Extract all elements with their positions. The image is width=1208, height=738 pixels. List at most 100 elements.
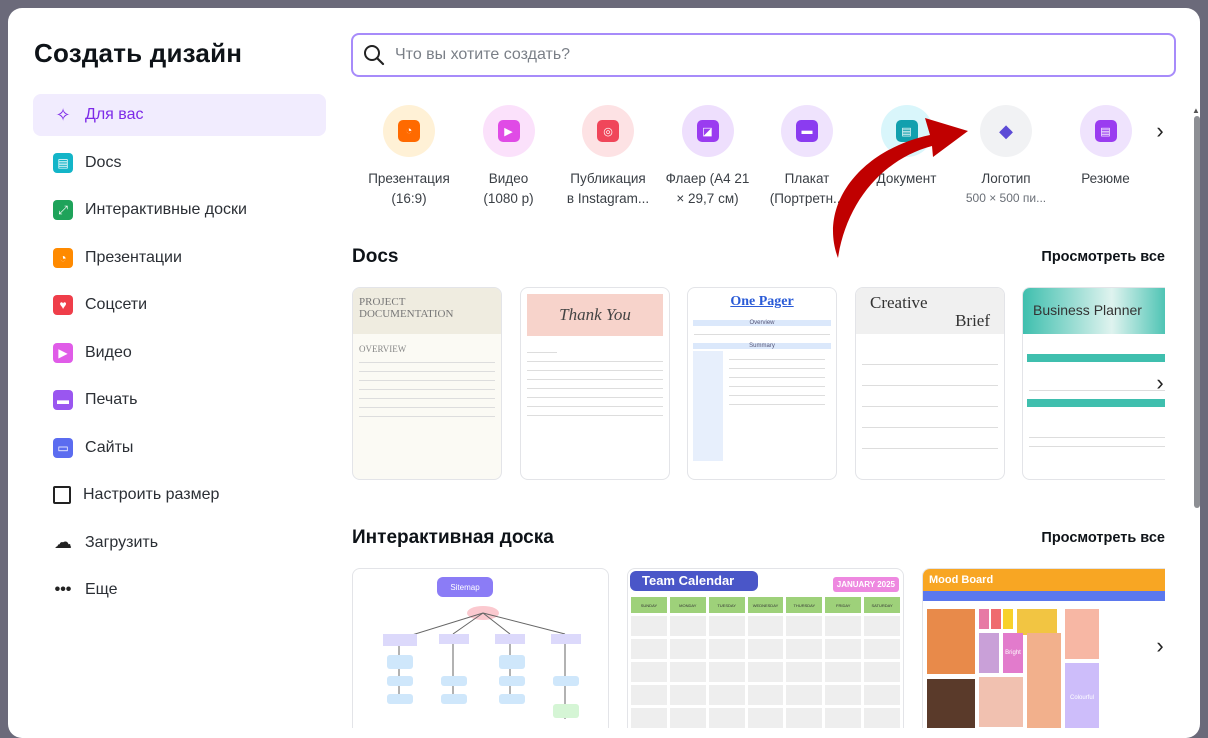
whiteboard-template-mood-board[interactable]: Mood Board Bright Colourful <box>922 568 1165 728</box>
category-label: Публикация <box>570 171 646 186</box>
whiteboard-template-team-calendar[interactable]: Team Calendar JANUARY 2025 SUNDAY MONDAY T… <box>627 568 904 728</box>
sidebar-item-for-you[interactable]: ✧ Для вас <box>33 94 326 136</box>
sparkle-icon: ✧ <box>55 104 71 125</box>
sidebar-item-social[interactable]: ♥ Соцсети <box>33 284 326 326</box>
category-item[interactable]: ◔ Презентация (16:9) <box>359 105 459 206</box>
template-title: One Pager <box>730 294 794 309</box>
whiteboard-see-all-link[interactable]: Просмотреть все <box>1041 530 1165 546</box>
calendar-cell <box>786 708 823 728</box>
sidebar-item-label: Для вас <box>85 106 144 123</box>
calendar-cell <box>786 662 823 682</box>
whiteboard-icon: ⤢ <box>53 200 73 220</box>
category-label: Резюме <box>1081 171 1130 186</box>
category-item[interactable]: ◪ Флаер (А4 21 × 29,7 см) <box>658 105 758 206</box>
category-item[interactable]: ▬ Плакат (Портретн... <box>757 105 857 206</box>
category-sublabel: в Instagram... <box>566 191 650 206</box>
template-title: Team Calendar <box>630 571 758 591</box>
category-item[interactable]: ▶ Видео (1080 p) <box>459 105 559 206</box>
presentation-icon: ◔ <box>53 247 73 268</box>
calendar-day-header: WEDNESDAY <box>747 597 784 613</box>
calendar-cell <box>786 639 823 659</box>
upload-cloud-icon: ☁ <box>54 532 72 552</box>
scroll-up-icon[interactable]: ▲ <box>1192 106 1200 115</box>
category-icon-circle: ▶ <box>482 105 535 157</box>
sidebar-item-label: Презентации <box>85 248 182 266</box>
search-input[interactable] <box>395 46 1155 64</box>
category-item[interactable]: ◆ Логотип 500 × 500 пи... <box>956 105 1056 205</box>
sidebar-item-websites[interactable]: ▭ Сайты <box>33 427 326 469</box>
docs-next-button[interactable]: › <box>1148 363 1172 403</box>
category-label: Логотип <box>981 171 1031 186</box>
heart-icon: ♥ <box>53 295 73 315</box>
calendar-cell <box>631 708 667 728</box>
sidebar-nav: ✧ Для вас ▤ Docs ⤢ Интерактивные доски ◔… <box>33 94 326 617</box>
sidebar-item-upload[interactable]: ☁ Загрузить <box>33 522 326 564</box>
doc-template-project-documentation[interactable]: PROJECT DOCUMENTATION OVERVIEW <box>352 287 502 480</box>
docs-see-all-link[interactable]: Просмотреть все <box>1041 249 1165 265</box>
whiteboard-next-button[interactable]: › <box>1148 626 1172 666</box>
category-icon-circle: ▤ <box>1079 105 1132 157</box>
sidebar-item-print[interactable]: ▬ Печать <box>33 379 326 421</box>
calendar-cell <box>825 639 862 659</box>
chevron-right-icon: › <box>1156 633 1164 658</box>
template-title: PROJECT DOCUMENTATION <box>353 288 501 334</box>
calendar-day-header: MONDAY <box>669 597 706 613</box>
resize-icon <box>53 486 71 504</box>
scrollbar[interactable] <box>1194 116 1200 508</box>
calendar-cell <box>747 685 784 705</box>
category-item[interactable]: ▤ Документ <box>857 105 957 191</box>
search-bar[interactable] <box>351 33 1176 77</box>
category-icon-circle: ◔ <box>383 105 435 157</box>
whiteboard-template-sitemap[interactable]: Sitemap <box>352 568 609 728</box>
category-sublabel: (Портретн... <box>769 191 845 206</box>
category-icon: ▤ <box>1094 120 1117 142</box>
template-title: Creative <box>870 293 928 312</box>
calendar-cell <box>747 708 784 728</box>
sidebar-item-docs[interactable]: ▤ Docs <box>33 142 326 184</box>
sidebar-item-label: Загрузить <box>85 533 159 551</box>
sidebar-item-label: Сайты <box>85 438 134 456</box>
mood-tag-bright: Bright <box>1003 633 1023 673</box>
category-label: Документ <box>876 171 937 186</box>
calendar-cell <box>825 708 862 728</box>
category-icon-circle: ▤ <box>880 105 933 157</box>
calendar-cell <box>669 616 706 636</box>
sidebar-item-whiteboards[interactable]: ⤢ Интерактивные доски <box>33 189 326 231</box>
calendar-cell <box>825 662 862 682</box>
doc-template-thank-you[interactable]: Thank You <box>520 287 670 480</box>
printer-icon: ▬ <box>53 390 73 410</box>
category-icon-circle: ▬ <box>781 105 833 157</box>
chevron-right-icon: › <box>1156 118 1164 143</box>
doc-template-business-planner[interactable]: Business Planner <box>1022 287 1165 480</box>
category-icon: ◪ <box>696 120 719 142</box>
search-icon <box>364 45 385 66</box>
calendar-day-header: FRIDAY <box>825 597 862 613</box>
sidebar-item-more[interactable]: ••• Еще <box>33 569 326 611</box>
sidebar-item-presentations[interactable]: ◔ Презентации <box>33 237 326 279</box>
category-item[interactable]: ▤ Резюме <box>1056 105 1156 191</box>
doc-template-creative-brief[interactable]: Creative Brief <box>855 287 1005 480</box>
calendar-cell <box>864 639 900 659</box>
categories-next-button[interactable]: › <box>1148 111 1172 151</box>
video-icon: ▶ <box>53 342 73 363</box>
sidebar-item-label: Еще <box>85 581 118 598</box>
calendar-cell <box>786 685 823 705</box>
category-label: Презентация <box>368 171 450 186</box>
calendar-cell <box>708 708 745 728</box>
calendar-cell <box>747 639 784 659</box>
template-title-2: Brief <box>955 311 990 330</box>
more-icon: ••• <box>54 581 72 598</box>
category-icon-circle: ◆ <box>980 105 1032 157</box>
category-icon: ▤ <box>895 120 918 142</box>
category-sublabel: (1080 p) <box>483 191 534 206</box>
docs-icon: ▤ <box>53 152 73 173</box>
sidebar-item-video[interactable]: ▶ Видео <box>33 332 326 374</box>
sidebar-item-label: Печать <box>85 391 138 408</box>
calendar-cell <box>708 662 745 682</box>
doc-template-one-pager[interactable]: One Pager Overview Summary <box>687 287 837 480</box>
sidebar-item-custom-size[interactable]: Настроить размер <box>33 474 326 516</box>
calendar-cell <box>631 616 667 636</box>
calendar-cell <box>747 662 784 682</box>
category-item[interactable]: ◎ Публикация в Instagram... <box>558 105 658 206</box>
category-label: П <box>1155 171 1172 186</box>
